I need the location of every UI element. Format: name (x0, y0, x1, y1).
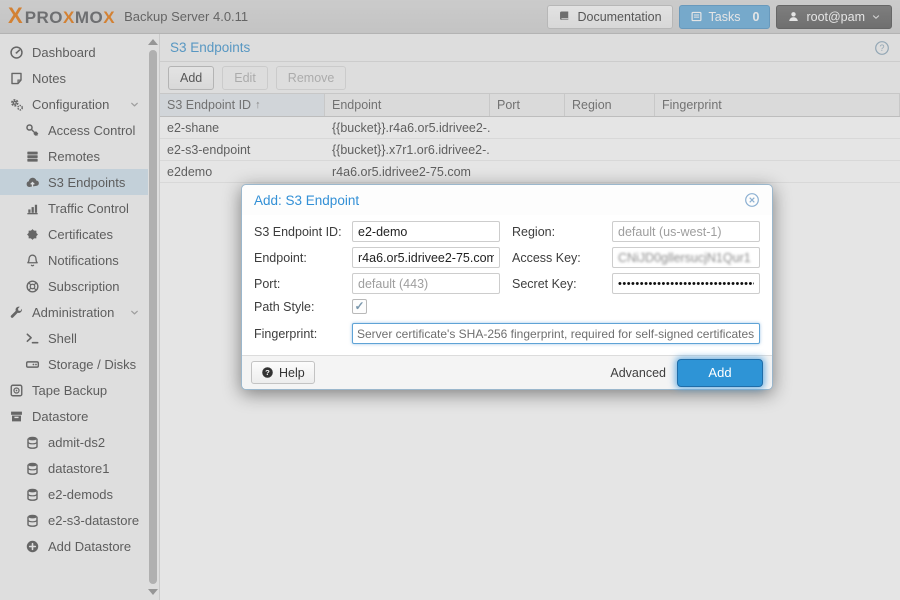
secret-key-input[interactable]: •••••••••••••••••••••••••••••••••••• (612, 273, 760, 294)
add-s3-endpoint-dialog: Add: S3 Endpoint S3 Endpoint ID: Region:… (241, 184, 773, 390)
port-input[interactable] (352, 273, 500, 294)
dialog-body: S3 Endpoint ID: Region: Endpoint: Access… (242, 215, 772, 355)
dialog-title: Add: S3 Endpoint (254, 193, 359, 208)
path-style-checkbox[interactable]: ✓ (352, 299, 367, 314)
proxmox-backup-server-app: X PROXMOX Backup Server 4.0.11 Documenta… (0, 0, 900, 600)
access-key-input[interactable]: CNiJD0gllersucjN1Qur1 (612, 247, 760, 268)
fingerprint-input[interactable] (352, 323, 760, 344)
close-icon[interactable] (744, 192, 760, 208)
path-style-label: Path Style: (254, 300, 352, 314)
region-input[interactable] (612, 221, 760, 242)
s3-endpoint-id-label: S3 Endpoint ID: (254, 225, 352, 239)
help-label: Help (279, 366, 305, 380)
secret-key-label: Secret Key: (512, 277, 612, 291)
help-button[interactable]: Help (251, 361, 315, 384)
endpoint-label: Endpoint: (254, 251, 352, 265)
help-solid-icon (261, 366, 274, 379)
dialog-header[interactable]: Add: S3 Endpoint (242, 185, 772, 215)
s3-endpoint-id-input[interactable] (352, 221, 500, 242)
fingerprint-label: Fingerprint: (254, 327, 352, 341)
checkmark-icon: ✓ (354, 299, 364, 313)
endpoint-input[interactable] (352, 247, 500, 268)
port-label: Port: (254, 277, 352, 291)
dialog-footer: Help Advanced Add (242, 355, 772, 389)
access-key-value-redacted: CNiJD0gllersucjN1Qur1 (618, 251, 751, 265)
advanced-toggle-label[interactable]: Advanced (610, 366, 666, 380)
region-label: Region: (512, 225, 612, 239)
access-key-label: Access Key: (512, 251, 612, 265)
dialog-add-button[interactable]: Add (677, 359, 763, 387)
secret-key-masked-value: •••••••••••••••••••••••••••••••••••• (618, 278, 754, 290)
